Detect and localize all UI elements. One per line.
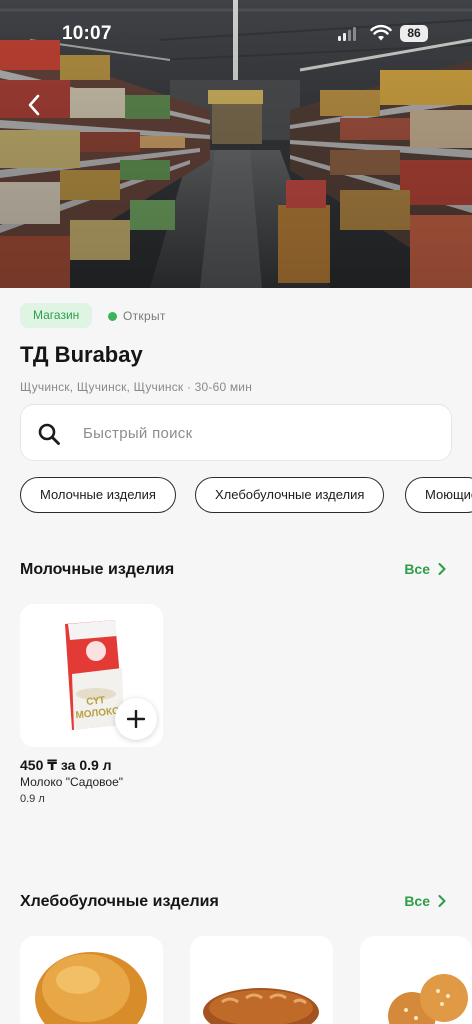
search-icon bbox=[38, 423, 60, 445]
store-title: ТД Burabay bbox=[20, 342, 143, 367]
category-chip-detergents[interactable]: Моющие средства bbox=[405, 477, 472, 513]
store-type-badge: Магазин bbox=[20, 303, 93, 328]
status-dot bbox=[108, 311, 117, 321]
battery-indicator: 86 bbox=[400, 25, 428, 42]
package-text: СҮТ bbox=[86, 695, 106, 708]
section-title-dairy: Молочные изделия bbox=[20, 561, 175, 578]
category-chip-bakery[interactable]: Хлебобулочные изделия bbox=[195, 477, 385, 513]
search-placeholder: Быстрый поиск bbox=[83, 425, 193, 442]
product-quantity: 0.9 л bbox=[20, 793, 45, 805]
baton-bread-image bbox=[203, 988, 319, 1024]
search-field[interactable]: Быстрый поиск bbox=[20, 404, 452, 461]
product-card-bread[interactable] bbox=[20, 936, 163, 1024]
wifi-icon bbox=[370, 24, 392, 41]
product-name: Молоко "Садовое" bbox=[20, 775, 124, 789]
back-button[interactable] bbox=[18, 88, 50, 122]
category-chip-dairy[interactable]: Молочные изделия bbox=[20, 477, 176, 513]
sesame-buns-image bbox=[388, 974, 468, 1024]
chevron-left-icon bbox=[28, 94, 40, 116]
chevron-right-icon bbox=[438, 563, 446, 575]
status-time: 10:07 bbox=[62, 23, 112, 44]
add-to-cart-button[interactable] bbox=[115, 698, 157, 740]
open-status-label: Открыт bbox=[123, 309, 166, 323]
chevron-right-icon bbox=[438, 895, 446, 907]
product-card-baton[interactable] bbox=[190, 936, 333, 1024]
store-content: Магазин Открыт ТД Burabay Щучинск, Щучин… bbox=[0, 288, 472, 1024]
open-status: Открыт bbox=[108, 309, 166, 323]
see-all-label: Все bbox=[404, 893, 430, 909]
product-card-buns[interactable] bbox=[360, 936, 472, 1024]
see-all-bakery-button[interactable]: Все bbox=[404, 893, 446, 909]
product-price: 450 ₸ за 0.9 л bbox=[20, 757, 112, 773]
section-title-bakery: Хлебобулочные изделия bbox=[20, 893, 219, 910]
status-bar: 10:07 86 bbox=[0, 0, 472, 60]
store-screen: 10:07 86 Магазин Открыт ТД Burabay Щучин… bbox=[0, 0, 472, 1024]
store-hero-image: 10:07 86 bbox=[0, 0, 472, 288]
store-subtitle: Щучинск, Щучинск, Щучинск · 30-60 мин bbox=[20, 380, 253, 394]
cellular-signal-icon bbox=[338, 27, 356, 41]
category-chips: Молочные изделия Хлебобулочные изделия М… bbox=[20, 477, 472, 513]
plus-icon bbox=[127, 710, 145, 728]
see-all-dairy-button[interactable]: Все bbox=[404, 561, 446, 577]
see-all-label: Все bbox=[404, 561, 430, 577]
bread-loaf-image bbox=[35, 952, 147, 1024]
